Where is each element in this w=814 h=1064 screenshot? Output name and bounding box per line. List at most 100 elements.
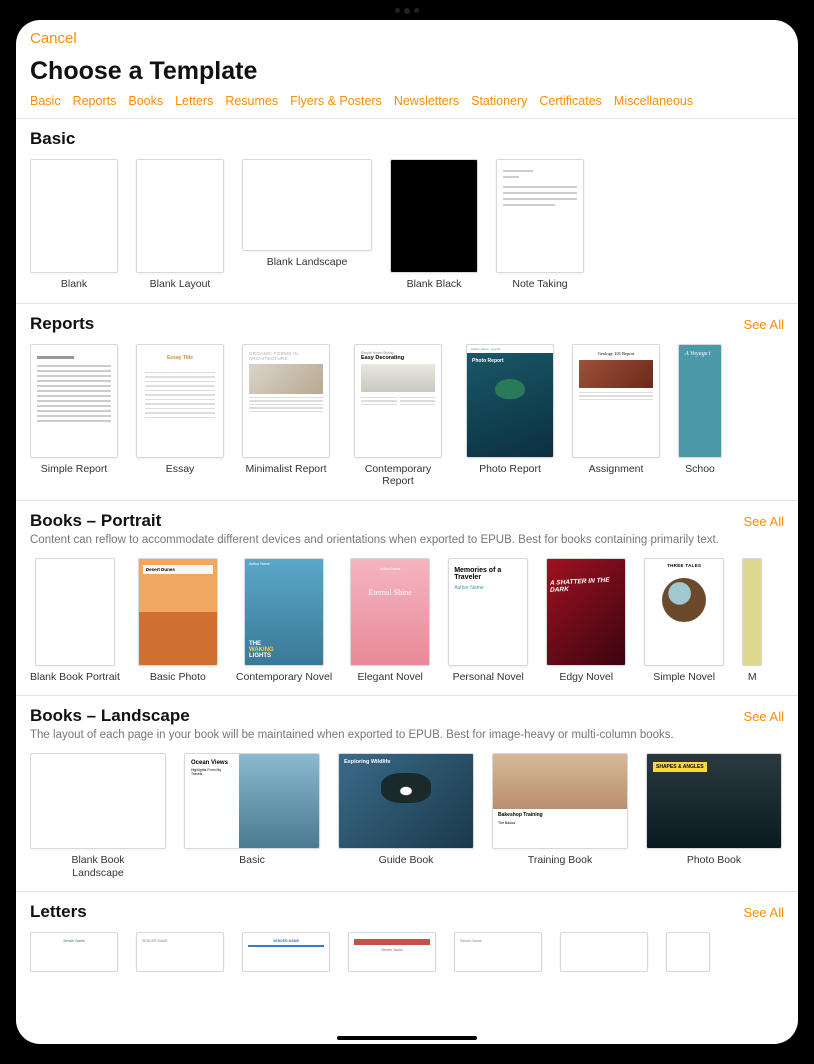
template-more-portrait[interactable]: M [742,558,762,684]
section-title-letters: Letters [30,902,87,922]
template-basic-landscape[interactable]: Ocean Views Highlights From My Travels B… [184,753,320,879]
thumb-text: Photo Report [467,353,553,369]
template-letter-5[interactable]: Sender Name [454,932,542,972]
thumbnail [390,159,478,273]
template-letter-6[interactable] [560,932,648,972]
thumb-text: Bakeshop Training [493,809,627,821]
page-title: Choose a Template [16,51,798,94]
template-letter-1[interactable]: Sender Name [30,932,118,972]
section-reports: Reports See All Simple Report Essay Titl… [16,304,798,500]
template-label: Blank [61,278,87,291]
template-photo-book[interactable]: SHAPES & ANGLES Photo Book [646,753,782,879]
thumbnail: Ocean Views Highlights From My Travels [184,753,320,849]
template-blank-book-portrait[interactable]: Blank Book Portrait [30,558,120,684]
template-label: Blank Layout [150,278,211,291]
template-essay[interactable]: Essay Title Essay [136,344,224,488]
template-chooser-screen: Cancel Choose a Template Basic Reports B… [16,20,798,1044]
see-all-books-portrait[interactable]: See All [744,514,784,529]
thumbnail: THREE TALES [644,558,724,666]
template-letter-2[interactable]: SENDER NAME [136,932,224,972]
template-label: Simple Novel [653,671,715,684]
tab-flyers-posters[interactable]: Flyers & Posters [290,94,382,108]
tab-miscellaneous[interactable]: Miscellaneous [614,94,693,108]
template-label: Photo Book [687,854,741,867]
template-label: Personal Novel [453,671,524,684]
template-label: Contemporary Report [348,463,448,488]
thumbnail [30,159,118,273]
tab-reports[interactable]: Reports [73,94,117,108]
thumb-text: Geology 101 Report [579,351,653,356]
template-blank[interactable]: Blank [30,159,118,291]
thumb-text: Ocean Views [191,760,233,766]
section-title-books-portrait: Books – Portrait [30,511,161,531]
tab-newsletters[interactable]: Newsletters [394,94,459,108]
template-assignment[interactable]: Geology 101 Report Assignment [572,344,660,488]
tab-resumes[interactable]: Resumes [225,94,278,108]
thumb-text: Desert Dunes [143,565,213,574]
tab-books[interactable]: Books [128,94,163,108]
section-letters: Letters See All Sender Name SENDER NAME … [16,892,798,972]
tab-letters[interactable]: Letters [175,94,213,108]
tab-basic[interactable]: Basic [30,94,61,108]
template-label: Blank Book Landscape [48,854,148,879]
template-letter-3[interactable]: SENDER NAME [242,932,330,972]
template-minimalist-report[interactable]: ORGANIC FORMS IN ARCHITECTURE Minimalist… [242,344,330,488]
thumbnail: SHAPES & ANGLES [646,753,782,849]
thumb-text: LIGHTS [249,653,319,659]
template-basic-photo[interactable]: Desert Dunes Basic Photo [138,558,218,684]
template-edgy-novel[interactable]: A SHATTER IN THE DARK Edgy Novel [546,558,626,684]
template-label: Elegant Novel [358,671,423,684]
template-letter-4[interactable]: Sender Name [348,932,436,972]
see-all-letters[interactable]: See All [744,905,784,920]
template-photo-report[interactable]: Author Name · Aug 01 Photo Report Photo … [466,344,554,488]
thumbnail: SENDER NAME [242,932,330,972]
section-title-books-landscape: Books – Landscape [30,706,190,726]
template-label: Simple Report [41,463,108,476]
template-personal-novel[interactable]: Memories of a Traveler Author Name Perso… [448,558,528,684]
section-books-landscape: Books – Landscape See All The layout of … [16,696,798,891]
template-guide-book[interactable]: Exploring Wildlife Guide Book [338,753,474,879]
template-label: Blank Black [407,278,462,291]
thumbnail: Sender Name [454,932,542,972]
section-subtitle: Content can reflow to accommodate differ… [30,531,798,548]
template-letter-7[interactable] [666,932,710,972]
see-all-reports[interactable]: See All [744,317,784,332]
template-label: Photo Report [479,463,541,476]
template-simple-novel[interactable]: THREE TALES Simple Novel [644,558,724,684]
template-contemporary-report[interactable]: Simple Home Styling Easy Decorating Cont… [348,344,448,488]
thumb-author: Author Name [454,585,522,591]
template-simple-report[interactable]: Simple Report [30,344,118,488]
template-label: Guide Book [379,854,434,867]
template-blank-layout[interactable]: Blank Layout [136,159,224,291]
template-blank-book-landscape[interactable]: Blank Book Landscape [30,753,166,879]
thumb-text: Memories of a Traveler [454,567,522,582]
template-contemporary-novel[interactable]: Author Name THE WAKING LIGHTS Contempora… [236,558,332,684]
section-books-portrait: Books – Portrait See All Content can ref… [16,501,798,696]
thumbnail: Essay Title [136,344,224,458]
template-note-taking[interactable]: Note Taking [496,159,584,291]
thumbnail: Geology 101 Report [572,344,660,458]
thumbnail [496,159,584,273]
thumbnail: SENDER NAME [136,932,224,972]
tab-stationery[interactable]: Stationery [471,94,527,108]
thumbnail: ORGANIC FORMS IN ARCHITECTURE [242,344,330,458]
template-elegant-novel[interactable]: Author Name Eternal Shine Elegant Novel [350,558,430,684]
see-all-books-landscape[interactable]: See All [744,709,784,724]
tab-certificates[interactable]: Certificates [539,94,602,108]
home-indicator[interactable] [337,1036,477,1040]
template-blank-landscape[interactable]: Blank Landscape [242,159,372,291]
thumbnail [666,932,710,972]
template-label: Training Book [528,854,592,867]
thumbnail: A Voyage t [678,344,722,458]
thumbnail: Memories of a Traveler Author Name [448,558,528,666]
template-blank-black[interactable]: Blank Black [390,159,478,291]
cancel-button[interactable]: Cancel [30,30,77,47]
template-school-report[interactable]: A Voyage t Schoo [678,344,722,488]
thumbnail [742,558,762,666]
template-label: Blank Landscape [267,256,348,269]
template-label: Assignment [589,463,644,476]
thumb-text: SHAPES & ANGLES [653,762,707,772]
template-training-book[interactable]: Bakeshop Training The Basics Training Bo… [492,753,628,879]
thumbnail: Author Name THE WAKING LIGHTS [244,558,324,666]
thumb-subtext: Highlights From My Travels [191,768,233,776]
